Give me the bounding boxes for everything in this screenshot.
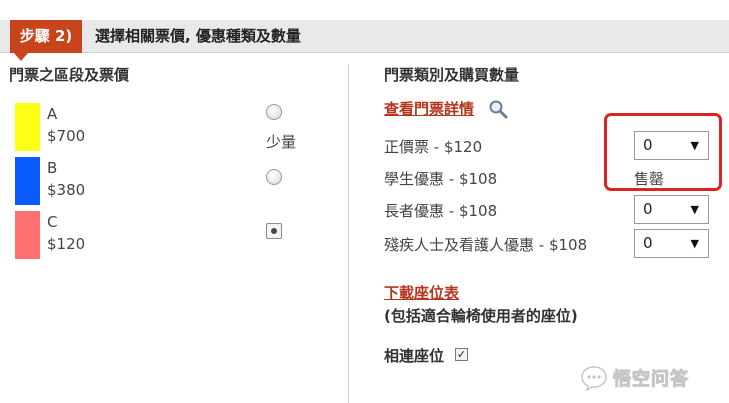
zone-row-c[interactable]: C $120 xyxy=(15,211,315,259)
ticket-type-label: 學生優惠 - $108 xyxy=(384,170,498,188)
zone-availability-note: 少量 xyxy=(266,133,297,151)
chat-bubble-logo-icon xyxy=(581,366,607,391)
ticket-type-label: 長者優惠 - $108 xyxy=(384,202,498,220)
chevron-down-icon: ▼ xyxy=(690,203,699,216)
zone-radio-b[interactable] xyxy=(266,169,282,185)
zone-section-heading: 門票之區段及票價 xyxy=(9,66,130,84)
quantity-value: 0 xyxy=(643,200,653,218)
wheelchair-seat-note: (包括適合輪椅使用者的座位) xyxy=(384,307,578,325)
quantity-select-disabled[interactable]: 0 ▼ xyxy=(634,229,709,258)
step-title: 選擇相關票價, 優惠種類及數量 xyxy=(95,27,301,45)
adjacent-seats-checkbox[interactable]: ✓ xyxy=(455,348,468,361)
download-seating-plan-link[interactable]: 下載座位表 xyxy=(384,282,459,303)
zone-row-b[interactable]: B $380 xyxy=(15,157,315,205)
step-badge-pointer xyxy=(14,53,28,61)
chevron-down-icon: ▼ xyxy=(690,237,699,250)
zone-color-swatch xyxy=(15,103,40,151)
panel-divider xyxy=(348,64,349,403)
zone-color-swatch xyxy=(15,211,40,259)
step-badge: 步驟 2) xyxy=(10,20,82,53)
quantity-select-senior[interactable]: 0 ▼ xyxy=(634,195,709,224)
zone-price: $700 xyxy=(47,127,86,145)
zone-radio-a[interactable] xyxy=(266,104,282,120)
watermark-text: 悟空问答 xyxy=(613,369,689,391)
zone-color-swatch xyxy=(15,157,40,205)
view-ticket-details-link[interactable]: 查看門票詳情 xyxy=(384,98,474,119)
ticket-type-label: 殘疾人士及看護人優惠 - $108 xyxy=(384,236,588,254)
zone-name: C xyxy=(47,213,58,231)
magnifier-icon[interactable] xyxy=(488,99,508,119)
zone-name: A xyxy=(47,105,58,123)
adjacent-seats-label: 相連座位 xyxy=(384,347,445,365)
highlight-annotation-box xyxy=(604,113,722,191)
watermark: 悟空问答 xyxy=(580,364,689,392)
zone-price: $380 xyxy=(47,181,86,199)
quantity-value: 0 xyxy=(643,234,653,252)
zone-row-a[interactable]: A $700 少量 xyxy=(15,103,315,151)
ticket-section-heading: 門票類別及購買數量 xyxy=(384,66,520,84)
ticket-type-label: 正價票 - $120 xyxy=(384,138,483,156)
zone-price: $120 xyxy=(47,235,86,253)
zone-name: B xyxy=(47,159,58,177)
zone-radio-c[interactable] xyxy=(266,223,282,239)
